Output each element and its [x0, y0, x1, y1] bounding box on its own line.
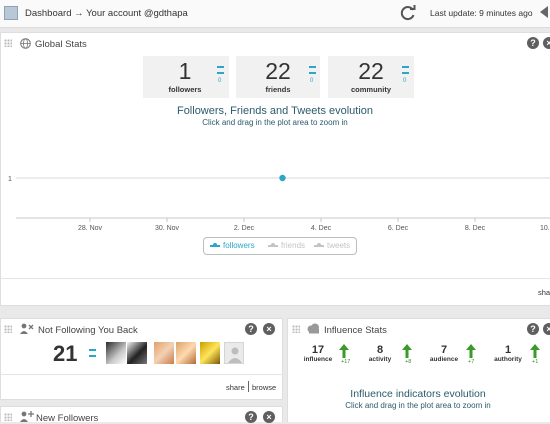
add-user-icon	[20, 411, 34, 422]
chart-subtitle: Click and drag in the plot area to zoom …	[202, 118, 348, 127]
x-tick-label: 6. Dec	[388, 225, 409, 232]
arrow-up-icon	[466, 344, 476, 358]
share-strip	[0, 278, 550, 306]
stat-label: activity	[368, 356, 392, 363]
avatar[interactable]	[154, 342, 174, 364]
panel-title: Global Stats	[35, 39, 87, 50]
stat-value: 22	[265, 58, 291, 84]
breadcrumb: Dashboard → Your account @gdthapa	[25, 8, 188, 19]
equals-icon	[402, 66, 409, 74]
legend-label: friends	[281, 241, 306, 250]
globe-icon	[20, 38, 31, 49]
stat-value: 7	[440, 344, 448, 356]
cloud-icon	[307, 323, 319, 334]
stat-value: 1	[178, 58, 192, 84]
stat-change: 0	[403, 78, 407, 84]
stat-delta: +8	[405, 359, 412, 365]
arrow-left-icon[interactable]	[538, 5, 550, 19]
legend-label: followers	[223, 241, 255, 250]
legend-item-followers[interactable]: followers	[210, 241, 255, 250]
x-tick-label: 10. Dec	[540, 225, 550, 232]
avatar[interactable]	[176, 342, 196, 364]
arrow-up-icon	[339, 344, 349, 358]
stat-delta: +7	[468, 359, 475, 365]
stat-label: friends	[265, 85, 291, 94]
x-tick-label: 4. Dec	[311, 225, 332, 232]
chart-legend: followers friends tweets	[203, 237, 357, 255]
audience-stat: 7 audience	[426, 344, 462, 364]
influence-chart-title: Influence indicators evolution	[350, 388, 486, 400]
avatar[interactable]	[127, 342, 147, 364]
account-avatar[interactable]	[4, 6, 18, 20]
user-icon	[228, 347, 242, 363]
y-tick-label: 1	[8, 176, 12, 183]
stat-label: community	[350, 85, 391, 94]
equals-icon	[309, 66, 316, 74]
drag-handle[interactable]	[4, 413, 12, 421]
stat-followers: 1 followers 0	[143, 56, 229, 98]
stat-label: influence	[303, 356, 333, 363]
close-icon[interactable]: ×	[263, 411, 275, 423]
stat-delta: +17	[341, 359, 351, 365]
drag-handle[interactable]	[4, 39, 12, 47]
activity-stat: 8 activity	[364, 344, 396, 364]
evolution-chart[interactable]: 1 28. Nov 30. Nov 2. Dec 4. Dec 6. Dec 8. Dec 1…	[0, 140, 550, 235]
stat-label: authority	[494, 356, 522, 363]
avatar-placeholder[interactable]	[224, 342, 244, 364]
data-point-followers	[279, 174, 286, 182]
panel-title: Influence Stats	[324, 325, 387, 336]
stat-value: 8	[376, 344, 384, 356]
panel-title: New Followers	[36, 413, 99, 424]
help-icon[interactable]: ?	[527, 37, 539, 49]
equals-icon	[217, 66, 224, 74]
stat-change: 0	[218, 78, 222, 84]
help-icon[interactable]: ?	[245, 323, 257, 335]
separator	[248, 381, 249, 392]
stat-label: audience	[429, 356, 459, 363]
close-icon[interactable]: ×	[263, 323, 275, 335]
equals-icon	[89, 349, 96, 357]
stat-change: 0	[310, 78, 314, 84]
not-following-count: 21	[53, 341, 78, 366]
stat-delta: +1	[532, 359, 539, 365]
legend-label: tweets	[327, 241, 351, 250]
legend-item-friends[interactable]: friends	[268, 241, 305, 250]
help-icon[interactable]: ?	[527, 323, 539, 335]
stat-friends: 22 friends 0	[236, 56, 320, 98]
arrow-up-icon	[530, 344, 540, 358]
x-tick-label: 30. Nov	[155, 225, 180, 232]
browse-link[interactable]: browse	[252, 383, 276, 392]
stat-community: 22 community 0	[328, 56, 414, 98]
stat-value: 17	[311, 344, 325, 356]
last-update-text: Last update: 9 minutes ago	[430, 8, 533, 18]
arrow-up-icon	[402, 344, 412, 358]
top-bar: Dashboard → Your account @gdthapa Last u…	[0, 0, 550, 28]
close-icon[interactable]: ×	[543, 323, 550, 335]
share-link[interactable]: shar	[538, 288, 550, 297]
drag-handle[interactable]	[292, 325, 300, 333]
help-icon[interactable]: ?	[245, 411, 257, 423]
close-icon[interactable]: ×	[543, 37, 550, 49]
avatar[interactable]	[200, 342, 220, 364]
legend-item-tweets[interactable]: tweets	[314, 241, 350, 250]
share-link[interactable]: share	[226, 383, 245, 392]
unfollow-icon	[20, 323, 34, 334]
refresh-icon[interactable]	[399, 4, 417, 22]
x-tick-label: 8. Dec	[465, 225, 486, 232]
influence-stat: 17 influence	[301, 344, 335, 364]
avatar[interactable]	[106, 342, 126, 364]
chart-title: Followers, Friends and Tweets evolution	[176, 105, 374, 117]
influence-chart-subtitle: Click and drag in the plot area to zoom …	[345, 401, 491, 410]
authority-stat: 1 authority	[490, 344, 526, 364]
panel-title: Not Following You Back	[38, 325, 138, 336]
stat-label: followers	[168, 85, 202, 94]
drag-handle[interactable]	[4, 325, 12, 333]
stat-value: 1	[504, 344, 512, 356]
x-tick-label: 2. Dec	[234, 225, 255, 232]
x-tick-label: 28. Nov	[78, 225, 103, 232]
